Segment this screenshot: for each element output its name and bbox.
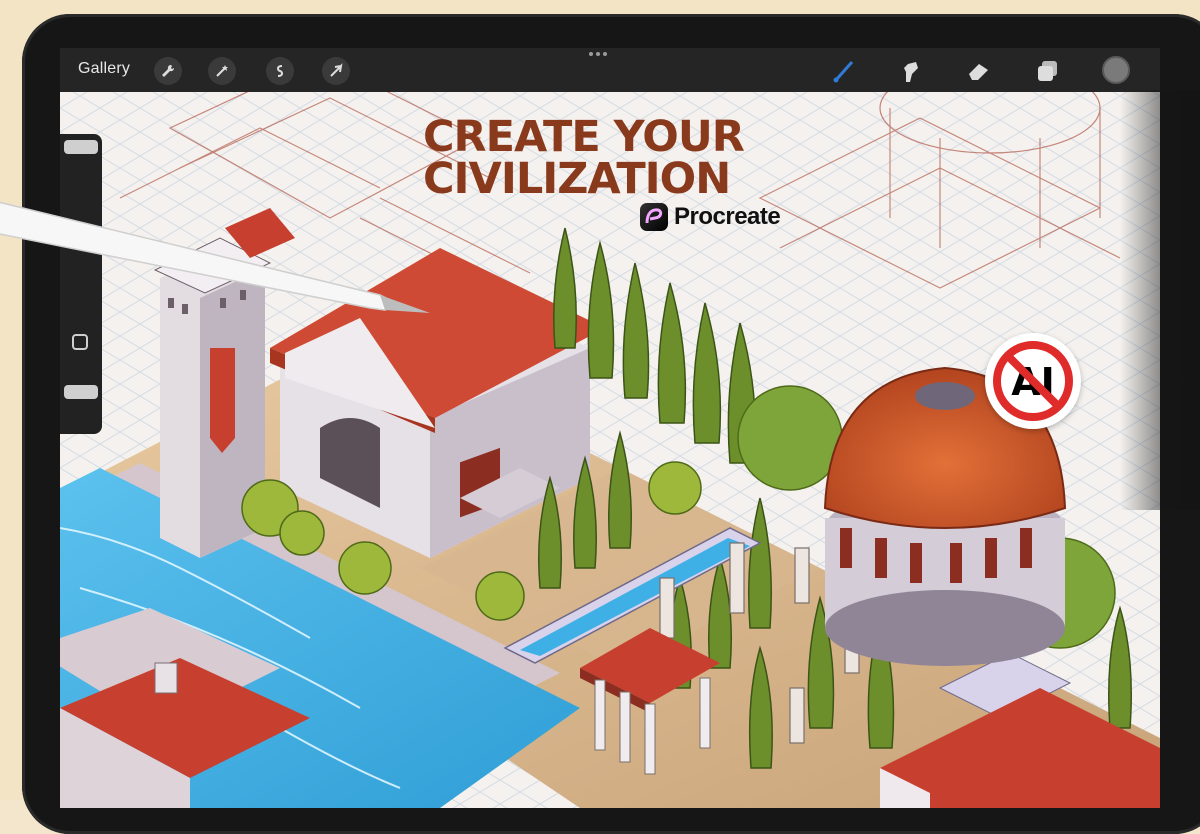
stylus-pencil [0,201,430,313]
brush-size-slider[interactable] [64,140,98,154]
selection-icon[interactable] [266,57,294,85]
more-dots-icon[interactable] [589,52,611,62]
brand-logo-group: Procreate [640,203,781,231]
eraser-icon[interactable] [964,56,994,86]
no-ai-badge: AI [985,333,1081,429]
brush-icon[interactable] [830,56,860,86]
no-ai-icon: AI [993,341,1073,421]
opacity-slider[interactable] [64,385,98,399]
modify-button[interactable] [72,334,88,350]
procreate-logo [640,203,668,231]
transform-arrow-icon[interactable] [322,57,350,85]
magic-wand-icon[interactable] [208,57,236,85]
brand-name: Procreate [674,203,781,230]
gallery-button[interactable]: Gallery [78,60,130,78]
smudge-icon[interactable] [896,56,926,86]
color-swatch[interactable] [1102,56,1130,84]
edge-shadow [1120,90,1200,510]
wrench-icon[interactable] [154,57,182,85]
layers-icon[interactable] [1033,56,1063,86]
page-title: CREATE YOUR CIVILIZATION [423,112,745,204]
